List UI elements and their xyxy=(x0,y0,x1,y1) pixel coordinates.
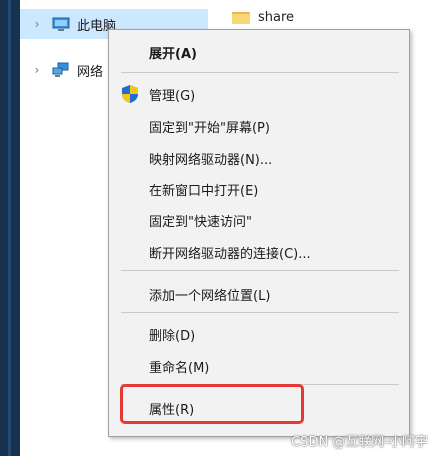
menu-item-pin-start[interactable]: 固定到"开始"屏幕(P) xyxy=(109,110,409,140)
menu-separator xyxy=(121,312,399,313)
menu-separator xyxy=(121,72,399,73)
menu-item-map-network-drive[interactable]: 映射网络驱动器(N)... xyxy=(109,142,409,172)
menu-item-label: 重命名(M) xyxy=(149,361,210,376)
nav-item-label: 网络 xyxy=(77,64,104,80)
menu-item-add-network-location[interactable]: 添加一个网络位置(L) xyxy=(109,278,409,308)
window-edge xyxy=(0,0,20,456)
menu-item-label: 添加一个网络位置(L) xyxy=(149,289,271,304)
menu-item-rename[interactable]: 重命名(M) xyxy=(109,350,409,380)
menu-item-open-new-window[interactable]: 在新窗口中打开(E) xyxy=(109,173,409,203)
file-item-share[interactable]: share xyxy=(232,6,294,28)
menu-item-label: 删除(D) xyxy=(149,329,196,344)
menu-item-label: 在新窗口中打开(E) xyxy=(149,184,259,199)
menu-item-label: 固定到"开始"屏幕(P) xyxy=(149,121,270,136)
menu-item-delete[interactable]: 删除(D) xyxy=(109,318,409,348)
menu-item-label: 断开网络驱动器的连接(C)... xyxy=(149,247,311,262)
context-menu: 展开(A) 管理(G) 固定到"开始"屏幕(P) 映射网络驱动器(N)... 在… xyxy=(108,29,410,437)
chevron-right-icon[interactable]: › xyxy=(29,17,45,31)
menu-item-expand[interactable]: 展开(A) xyxy=(109,36,409,66)
chevron-right-icon[interactable]: › xyxy=(29,63,45,77)
watermark: CSDN @互联网-小阿宇 xyxy=(291,435,428,450)
computer-icon xyxy=(51,16,71,32)
network-icon xyxy=(51,62,71,78)
menu-item-disconnect-network-drive[interactable]: 断开网络驱动器的连接(C)... xyxy=(109,236,409,266)
menu-separator xyxy=(121,270,399,271)
highlight-box xyxy=(120,384,304,424)
menu-item-pin-quick-access[interactable]: 固定到"快速访问" xyxy=(109,204,409,234)
menu-item-label: 管理(G) xyxy=(149,89,196,104)
file-name: share xyxy=(258,9,295,25)
menu-item-label: 固定到"快速访问" xyxy=(149,215,252,230)
menu-item-manage[interactable]: 管理(G) xyxy=(109,78,409,108)
menu-item-label: 映射网络驱动器(N)... xyxy=(149,153,273,168)
shield-icon xyxy=(119,83,141,105)
menu-item-label: 展开(A) xyxy=(149,47,197,62)
folder-icon xyxy=(232,10,250,24)
